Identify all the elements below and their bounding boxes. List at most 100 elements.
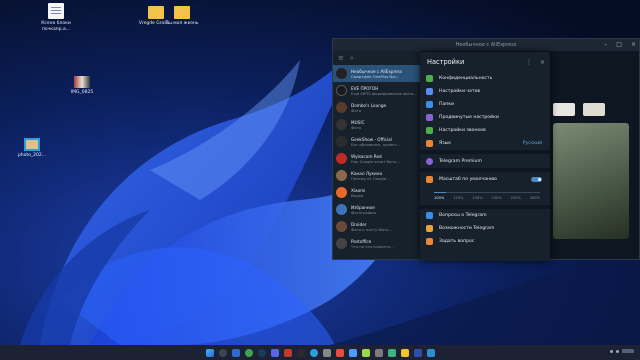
folder-icon <box>174 6 190 19</box>
settings-item-privacy[interactable]: Конфиденциальность <box>420 72 550 85</box>
desktop-icon-image[interactable]: IMG_0825 <box>60 72 104 96</box>
chat-bubble-icon <box>426 88 433 95</box>
zoom-scale-slider[interactable]: 100% 125% 150% 200% 250% 300% <box>420 187 550 205</box>
chat-preview: Что на это скажете... <box>351 243 394 249</box>
desktop-icon-label: IMG_0825 <box>70 90 94 95</box>
minimize-icon[interactable]: – <box>604 41 607 48</box>
steam-icon[interactable] <box>257 348 266 357</box>
lightbulb-icon <box>426 225 433 232</box>
chat-list-item[interactable]: Канал Лукина Почему от Google... <box>333 167 421 184</box>
avatar <box>336 170 347 181</box>
network-icon <box>610 349 613 353</box>
chat-list-item[interactable]: Wylsacom Red Как Google хочет быть... <box>333 150 421 167</box>
search-icon[interactable] <box>218 348 227 357</box>
chat-preview: Бот обновился, проект... <box>351 141 401 147</box>
chat-list-item[interactable]: Dombo's Lounge Фото <box>333 99 421 116</box>
slider-track <box>434 192 540 193</box>
avatar <box>336 136 347 147</box>
maximize-icon[interactable]: □ <box>616 41 622 48</box>
chat-photo <box>553 103 575 116</box>
app-icon[interactable] <box>400 348 409 357</box>
zoom-option[interactable]: 200% <box>491 196 501 200</box>
settings-item-default-zoom[interactable]: Масштаб по умолчанию <box>420 172 550 187</box>
zoom-option[interactable]: 300% <box>530 196 540 200</box>
settings-item-calls[interactable]: Настройки звонков <box>420 124 550 137</box>
chat-preview: Ещё MPTS формирование фото... <box>351 90 417 96</box>
app-icon[interactable] <box>296 348 305 357</box>
chat-list-item[interactable]: Postoffice Что на это скажете... <box>333 235 421 252</box>
search-icon[interactable]: ⌕ <box>350 54 354 63</box>
avatar <box>336 102 347 113</box>
task-view-icon[interactable] <box>231 348 240 357</box>
chat-list-item[interactable]: Xiaomi Видео <box>333 184 421 201</box>
app-icon[interactable] <box>283 348 292 357</box>
chat-list-item[interactable]: GeekShow - Official Бот обновился, проект… <box>333 133 421 150</box>
zoom-option[interactable]: 100% <box>434 196 444 200</box>
zoom-option[interactable]: 150% <box>472 196 482 200</box>
settings-title: Настройки <box>427 58 465 66</box>
chat-list-item[interactable]: EVE ПРОГОН Ещё MPTS формирование фото... <box>333 82 421 99</box>
app-icon[interactable] <box>361 348 370 357</box>
avatar <box>336 119 347 130</box>
settings-item-label: Папки <box>439 102 455 107</box>
document-icon <box>48 3 64 19</box>
desktop-icon-label: Ксено блоки почкапр.а... <box>41 21 71 32</box>
settings-item-label: Задать вопрос <box>439 239 475 244</box>
settings-item-chat-settings[interactable]: Настройки чатов <box>420 85 550 98</box>
settings-item-label: Конфиденциальность <box>439 76 493 81</box>
discord-icon[interactable] <box>270 348 279 357</box>
zoom-option[interactable]: 250% <box>511 196 521 200</box>
desktop-icon-label: photo_202... <box>17 153 47 158</box>
settings-item-telegram-premium[interactable]: Telegram Premium <box>420 154 550 168</box>
settings-header: Настройки ⋮ × <box>420 52 550 72</box>
more-options-icon[interactable]: ⋮ <box>526 59 532 66</box>
chat-list-item[interactable]: Избранное Фотография <box>333 201 421 218</box>
close-icon[interactable]: × <box>631 41 636 48</box>
telegram-icon[interactable] <box>309 348 318 357</box>
chat-list-item[interactable]: MUSIC Фото <box>333 116 421 133</box>
settings-item-advanced[interactable]: Продвинутые настройки <box>420 111 550 124</box>
language-value: Русский <box>522 141 542 146</box>
start-icon[interactable] <box>205 348 214 357</box>
chat-list-header: ≡ ⌕ <box>333 51 421 65</box>
close-icon[interactable]: × <box>540 59 545 66</box>
folder-icon <box>426 101 433 108</box>
app-icon[interactable] <box>322 348 331 357</box>
zoom-toggle[interactable] <box>531 177 542 182</box>
settings-item-faq[interactable]: Вопросы о Telegram <box>420 209 550 222</box>
window-titlebar: Необычное с AliExpress – □ × <box>333 39 639 51</box>
phone-icon <box>426 127 433 134</box>
bookmark-icon <box>336 204 347 215</box>
question-icon <box>426 212 433 219</box>
avatar <box>336 221 347 232</box>
app-icon[interactable] <box>413 348 422 357</box>
app-icon[interactable] <box>374 348 383 357</box>
desktop-icon-photo[interactable]: photo_202... <box>10 138 54 159</box>
desktop-icon-folder[interactable]: Ты моя жизнь <box>160 3 204 27</box>
app-icon[interactable] <box>335 348 344 357</box>
settings-item-ask-question[interactable]: Задать вопрос <box>420 235 550 248</box>
slider-fill <box>434 192 446 193</box>
chrome-icon[interactable] <box>244 348 253 357</box>
menu-icon[interactable]: ≡ <box>338 54 344 62</box>
desktop-icon-document[interactable]: Ксено блоки почкапр.а... <box>34 3 78 32</box>
settings-dialog: Настройки ⋮ × Конфиденциальность Настрой… <box>420 52 550 261</box>
app-icon[interactable] <box>387 348 396 357</box>
avatar <box>336 85 347 96</box>
chat-bubble-icon <box>426 238 433 245</box>
chat-preview: Почему от Google... <box>351 175 390 181</box>
chat-list-item[interactable]: Droider Фото к посту Фото... <box>333 218 421 235</box>
settings-item-language[interactable]: Язык Русский <box>420 137 550 150</box>
chat-list-item[interactable]: Необычное с AliExpress Смартфон OnePlus N… <box>333 65 421 82</box>
settings-item-label: Возможности Telegram <box>439 226 495 231</box>
chat-preview: Фотография <box>351 209 376 215</box>
system-tray[interactable] <box>610 349 634 353</box>
chat-preview: Фото <box>351 107 362 113</box>
settings-item-features[interactable]: Возможности Telegram <box>420 222 550 235</box>
zoom-option[interactable]: 125% <box>453 196 463 200</box>
app-icon[interactable] <box>348 348 357 357</box>
settings-item-folders[interactable]: Папки <box>420 98 550 111</box>
settings-item-label: Масштаб по умолчанию <box>439 177 497 182</box>
avatar <box>336 68 347 79</box>
app-icon[interactable] <box>426 348 435 357</box>
